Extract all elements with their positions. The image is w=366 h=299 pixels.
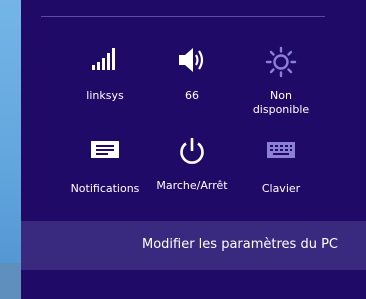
- change-pc-settings-label: Modifier les paramètres du PC: [141, 237, 338, 252]
- power-icon: [172, 136, 212, 166]
- notifications-tile[interactable]: Notifications: [57, 139, 153, 196]
- network-label: linksys: [86, 89, 124, 102]
- keyboard-icon: [261, 139, 301, 169]
- notifications-label: Notifications: [70, 182, 140, 195]
- network-tile[interactable]: linksys: [57, 46, 153, 103]
- wifi-signal-icon: [85, 46, 125, 76]
- keyboard-tile: Clavier: [233, 139, 329, 196]
- volume-tile[interactable]: 66: [144, 46, 240, 103]
- keyboard-label: Clavier: [261, 182, 301, 195]
- desktop-background-strip: [0, 0, 21, 299]
- brightness-label: Non disponible: [252, 89, 310, 116]
- notifications-icon: [85, 139, 125, 169]
- power-tile[interactable]: Marche/Arrêt: [144, 136, 240, 193]
- brightness-tile: Non disponible: [233, 46, 329, 117]
- power-label: Marche/Arrêt: [156, 179, 228, 192]
- panel-divider: [41, 16, 325, 17]
- brightness-icon: [261, 46, 301, 78]
- volume-label: 66: [185, 89, 199, 102]
- change-pc-settings-button[interactable]: Modifier les paramètres du PC: [21, 221, 366, 270]
- taskbar-edge: [0, 263, 21, 299]
- speaker-volume-icon: [172, 46, 212, 76]
